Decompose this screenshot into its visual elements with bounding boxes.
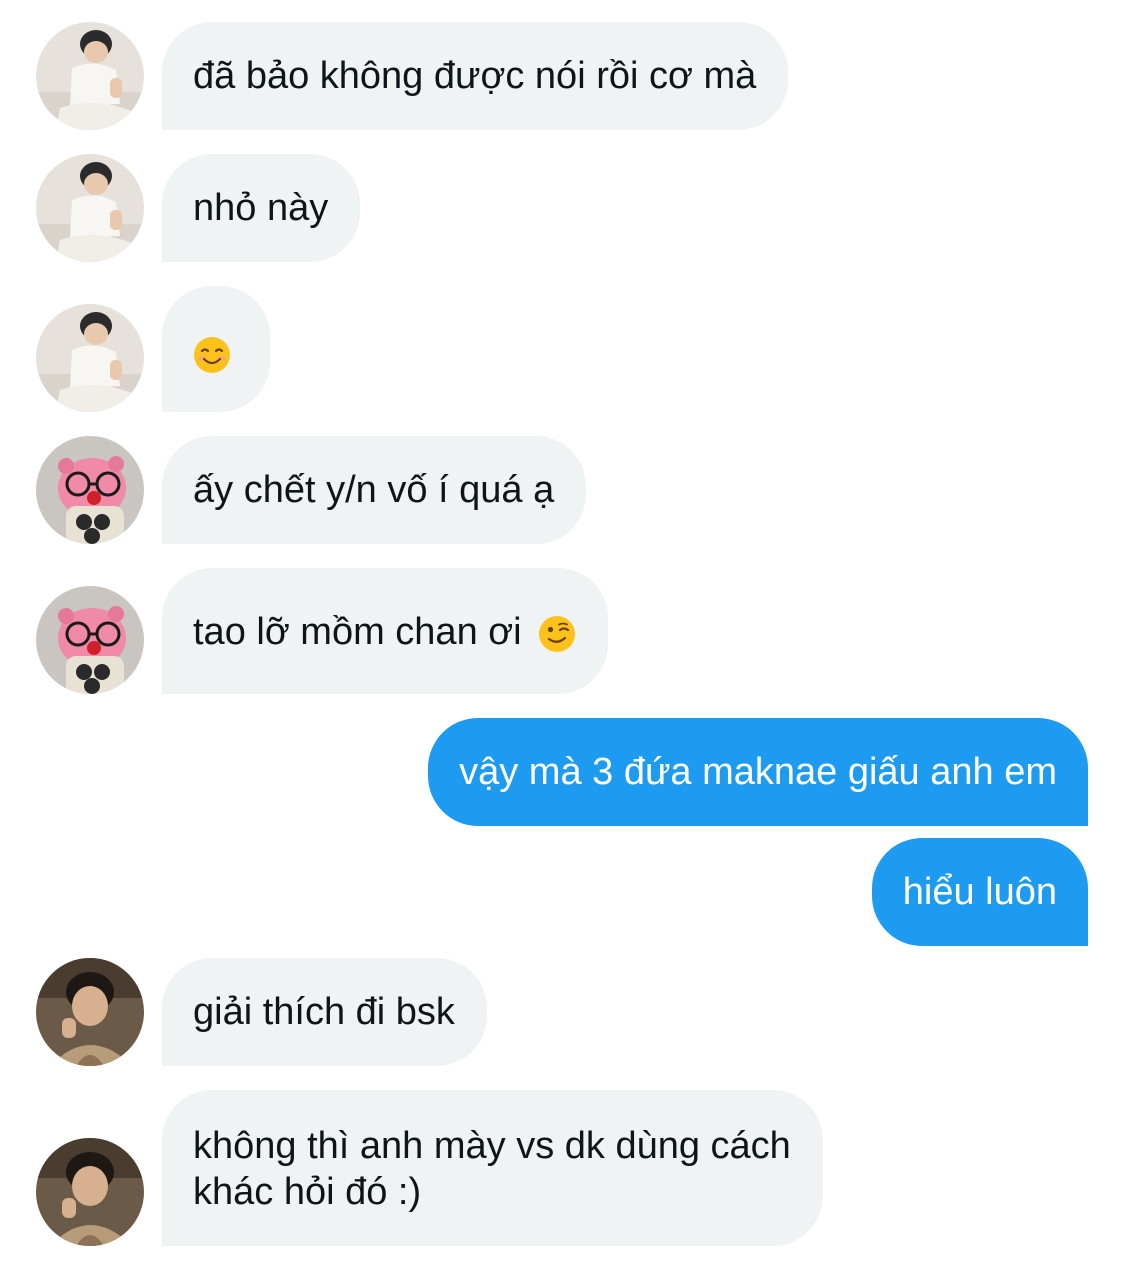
message-text: hiểu luôn — [902, 871, 1057, 913]
avatar-pink-plush[interactable] — [36, 436, 144, 544]
winking-face-emoji — [539, 615, 576, 652]
message-text-line: khác hỏi đó :) — [193, 1171, 422, 1213]
message-text: vậy mà 3 đứa maknae giấu anh em — [459, 751, 1057, 793]
message-text: đã bảo không được nói rồi cơ mà — [193, 55, 757, 97]
message-bubble-outgoing[interactable]: vậy mà 3 đứa maknae giấu anh em — [428, 718, 1088, 826]
avatar-pink-plush[interactable] — [36, 586, 144, 694]
avatar-white-shirt[interactable] — [36, 22, 144, 130]
message-bubble-incoming[interactable]: tao lỡ mồm chan ơi — [162, 568, 609, 694]
message-text: tao lỡ mồm chan ơi — [193, 611, 533, 653]
smiling-face-emoji — [194, 336, 230, 373]
message-text: nhỏ này — [193, 187, 329, 229]
avatar-dark-portrait[interactable] — [36, 1138, 144, 1246]
message-text-line: không thì anh mày vs dk dùng cách — [193, 1125, 791, 1167]
message-bubble-incoming[interactable]: ấy chết y/n vố í quá ạ — [162, 436, 587, 544]
avatar-white-shirt[interactable] — [36, 154, 144, 262]
message-bubble-outgoing[interactable]: hiểu luôn — [871, 838, 1088, 946]
message-text: ấy chết y/n vố í quá ạ — [193, 469, 555, 511]
message-bubble-incoming[interactable] — [162, 286, 270, 412]
avatar-dark-portrait[interactable] — [36, 958, 144, 1066]
avatar-white-shirt[interactable] — [36, 304, 144, 412]
message-bubble-incoming[interactable]: giải thích đi bsk — [162, 958, 487, 1066]
message-bubble-incoming[interactable]: nhỏ này — [162, 154, 361, 262]
message-text: giải thích đi bsk — [193, 991, 455, 1033]
message-bubble-incoming[interactable]: đã bảo không được nói rồi cơ mà — [162, 22, 789, 130]
message-bubble-incoming[interactable]: không thì anh mày vs dk dùng cách khác h… — [162, 1090, 823, 1246]
